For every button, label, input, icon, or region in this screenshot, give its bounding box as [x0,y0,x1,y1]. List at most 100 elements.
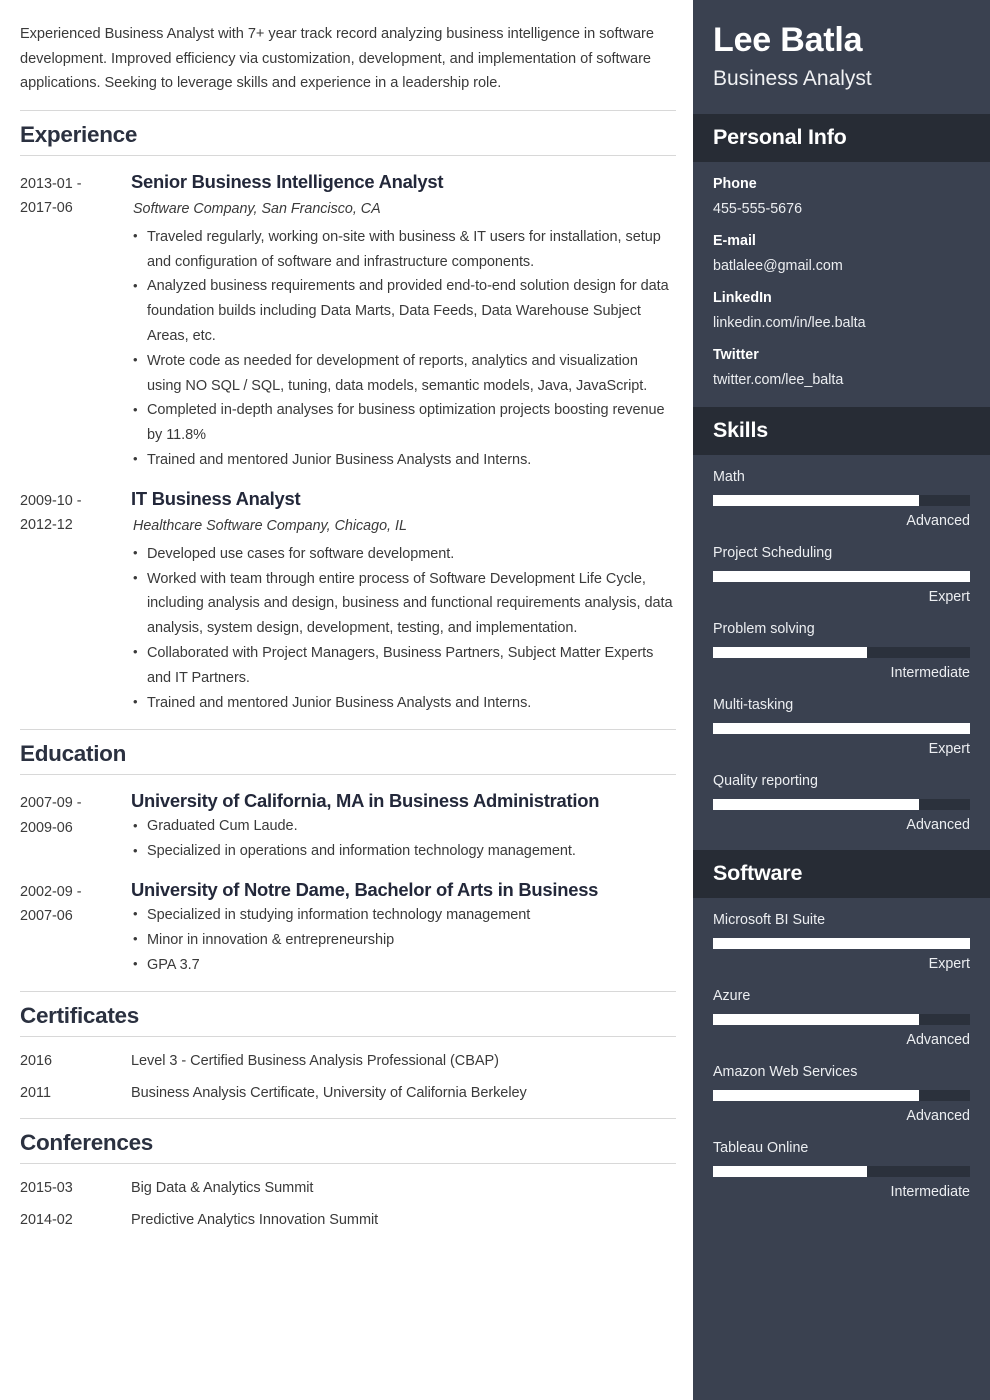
skill-name: Problem solving [713,621,815,637]
entry-dates: 2009-10 - 2012-12 [20,487,131,538]
skill-item: Microsoft BI Suite Expert [713,910,970,975]
skill-name: Quality reporting [713,773,818,789]
bullet-item: Completed in-depth analyses for business… [131,398,676,448]
bullet-item: Developed use cases for software develop… [131,541,676,567]
bullet-item: Specialized in operations and informatio… [131,839,676,864]
bullet-item: Graduated Cum Laude. [131,814,676,839]
skill-bar [713,647,970,658]
skill-bar-fill [713,938,970,949]
entry-body: IT Business Analyst Healthcare Software C… [131,487,676,716]
experience-entry-list: 2013-01 - 2017-06 Senior Business Intellig… [20,170,676,716]
date-start: 2013-01 - [20,175,82,192]
bullet-item: Worked with team through entire process … [131,566,676,641]
entry-body: University of California, MA in Business… [131,789,676,864]
skill-bar [713,1090,970,1101]
entry-org: Healthcare Software Company, Chicago, IL [133,517,407,534]
skill-bar-fill [713,571,970,582]
skill-bar-fill [713,495,919,506]
section-title: Conferences [20,1130,153,1156]
software-list: Microsoft BI Suite Expert Azure Advanced Ama… [693,898,990,1217]
section-header-experience: Experience [20,109,676,156]
candidate-role: Business Analyst [713,67,872,90]
skill-bar-fill [713,723,970,734]
sidebar-section-title: Software [713,861,803,885]
skill-name: Math [713,469,745,485]
bullet-item: Trained and mentored Junior Business Ana… [131,447,676,473]
bullet-item: Collaborated with Project Managers, Busi… [131,640,676,691]
info-item: Phone 455-555-5676 [713,174,970,220]
skill-item: Math Advanced [713,467,970,532]
skill-bar [713,1014,970,1025]
section-certificates: Certificates 2016 Level 3 - Certified Bus… [20,991,676,1104]
education-entry-list: 2007-09 - 2009-06 University of California… [20,789,676,977]
table-row: 2011 Business Analysis Certificate, Unive… [20,1082,676,1104]
skill-name: Microsoft BI Suite [713,912,826,928]
info-key: Twitter [713,347,759,363]
entry: 2009-10 - 2012-12 IT Business Analyst Healt… [20,487,676,716]
section-header-certificates: Certificates [20,991,676,1038]
info-key: Phone [713,176,757,192]
date-end: 2009-06 [20,819,73,836]
skill-level: Advanced [906,817,970,833]
date-start: 2009-10 - [20,492,82,509]
skill-bar-fill [713,1090,919,1101]
skill-item: Azure Advanced [713,986,970,1051]
section-header-conferences: Conferences [20,1118,676,1165]
sidebar-header-skills: Skills [693,407,990,455]
info-value: batlalee@gmail.com [713,258,843,274]
skill-name: Multi-tasking [713,697,794,713]
date-end: 2017-06 [20,200,73,217]
candidate-name: Lee Batla [713,21,863,59]
date-start: 2002-09 - [20,883,82,900]
skill-level: Advanced [906,1032,970,1048]
date-end: 2007-06 [20,908,73,925]
sidebar-section-title: Personal Info [713,125,847,149]
entry: 2013-01 - 2017-06 Senior Business Intellig… [20,170,676,473]
sidebar-header-software: Software [693,850,990,898]
skill-level: Expert [928,589,970,605]
sidebar-section-title: Skills [713,418,768,442]
skill-bar [713,938,970,949]
entry-title: University of Notre Dame, Bachelor of Ar… [131,878,599,900]
skill-name: Tableau Online [713,1140,809,1156]
skill-bar-fill [713,1166,868,1177]
row-label: Level 3 - Certified Business Analysis Pr… [131,1053,499,1070]
entry-dates: 2002-09 - 2007-06 [20,878,131,929]
row-year: 2014-02 [20,1212,73,1229]
skill-name: Project Scheduling [713,545,833,561]
entry-body: Senior Business Intelligence Analyst Soft… [131,170,676,473]
info-item: E-mail batlalee@gmail.com [713,231,970,277]
skill-level: Intermediate [890,1184,970,1200]
row-year: 2016 [20,1053,53,1070]
row-year: 2015-03 [20,1180,73,1197]
section-experience: Experience 2013-01 - 2017-06 Senior Busine… [20,109,676,716]
row-label: Business Analysis Certificate, Universit… [131,1085,527,1102]
table-row: 2014-02 Predictive Analytics Innovation S… [20,1209,676,1231]
entry-body: University of Notre Dame, Bachelor of Ar… [131,878,676,977]
section-education: Education 2007-09 - 2009-06 University of … [20,729,676,977]
info-item: LinkedIn linkedin.com/in/lee.balta [713,288,970,334]
sidebar-header-personal-info: Personal Info [693,114,990,162]
info-value: 455-555-5676 [713,201,803,217]
bullet-item: Trained and mentored Junior Business Ana… [131,690,676,716]
section-conferences: Conferences 2015-03 Big Data & Analytics … [20,1118,676,1231]
entry: 2007-09 - 2009-06 University of California… [20,789,676,864]
table-row: 2016 Level 3 - Certified Business Analysi… [20,1050,676,1072]
row-label: Predictive Analytics Innovation Summit [131,1212,379,1229]
table-row: 2015-03 Big Data & Analytics Summit [20,1177,676,1199]
row-label: Big Data & Analytics Summit [131,1180,314,1197]
info-item: Twitter twitter.com/lee_balta [713,345,970,391]
entry-title: IT Business Analyst [131,487,301,509]
section-header-education: Education [20,729,676,776]
skills-list: Math Advanced Project Scheduling Expert Prob… [693,455,990,850]
skill-bar [713,571,970,582]
bullet-item: Specialized in studying information tech… [131,902,676,928]
info-value: linkedin.com/in/lee.balta [713,315,866,331]
date-end: 2012-12 [20,517,73,534]
section-title: Experience [20,121,138,147]
skill-level: Advanced [906,1108,970,1124]
skill-level: Expert [928,741,970,757]
bullet-item: Minor in innovation & entrepreneurship [131,927,676,953]
skill-item: Multi-tasking Expert [713,695,970,760]
bullet-item: Analyzed business requirements and provi… [131,274,676,348]
